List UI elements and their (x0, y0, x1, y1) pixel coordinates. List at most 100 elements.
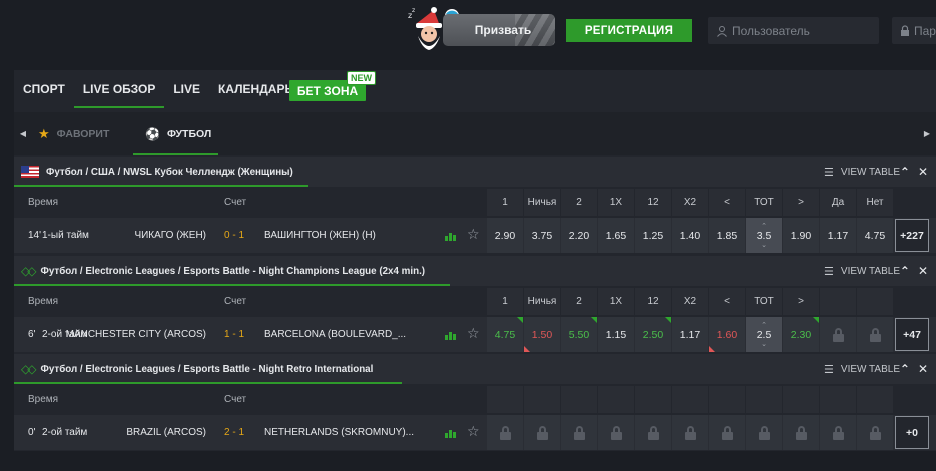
favorite-star-icon[interactable]: ☆ (467, 226, 480, 243)
market-header: 12 (635, 288, 671, 315)
market-header (820, 386, 856, 413)
away-team: NETHERLANDS (SKROMNUY)... (264, 427, 415, 438)
odd-cell[interactable]: 3.75 (524, 218, 560, 253)
odd-cell[interactable]: 1.17 (820, 218, 856, 253)
odd-value: 1.65 (605, 229, 627, 242)
market-header (746, 386, 782, 413)
odd-cell[interactable]: 2.90 (487, 218, 523, 253)
odd-cell[interactable]: 1.25 (635, 218, 671, 253)
us-flag-icon (21, 166, 39, 178)
odd-cell[interactable]: 1.40 (672, 218, 708, 253)
league-title: Футбол / США / NWSL Кубок Челлендж (Женщ… (46, 166, 293, 178)
star-icon: ★ (38, 125, 50, 141)
padlock-icon (832, 425, 844, 440)
scroll-left-icon[interactable]: ◀ (14, 112, 32, 155)
odd-value: 1.40 (679, 229, 701, 242)
odd-value: 2.50 (642, 328, 664, 341)
league-underline (14, 382, 402, 384)
league-header[interactable]: ◇◇ Футбол / Electronic Leagues / Esports … (14, 256, 936, 286)
chevron-down-icon[interactable]: ⌄ (761, 242, 767, 249)
stats-icon[interactable] (445, 231, 457, 241)
svg-text:z: z (412, 7, 415, 14)
odd-cell[interactable]: 1.90 (783, 218, 819, 253)
match-row[interactable]: 0' 2-ой тайм BRAZIL (ARCOS) 2 - 1 NETHERLAND… (14, 415, 936, 450)
market-header: 2 (561, 288, 597, 315)
odd-cell[interactable]: 5.50 (561, 317, 597, 352)
odd-up-indicator (665, 317, 671, 323)
odd-cell[interactable]: 2.30 (783, 317, 819, 352)
odd-cell[interactable]: 1.50 (524, 317, 560, 352)
chevron-up-icon[interactable]: ⌃ (761, 223, 767, 230)
collapse-icon[interactable]: ⌃ (900, 264, 910, 278)
padlock-icon (869, 327, 881, 342)
close-icon[interactable]: ✕ (918, 362, 928, 376)
summon-button[interactable]: Призвать (443, 14, 555, 46)
password-field[interactable]: Пар (892, 17, 936, 44)
stats-icon[interactable] (445, 330, 457, 340)
live-overview-panel: СПОРТ LIVE ОБЗОР LIVE КАЛЕНДАРЬ БЕТ ЗОНА… (14, 70, 936, 451)
close-icon[interactable]: ✕ (918, 264, 928, 278)
market-header: ТОТ (746, 189, 782, 216)
odd-cell[interactable]: 4.75 (857, 218, 893, 253)
match-row[interactable]: 6' 2-ой тайм MANCHESTER CITY (ARCOS) 1 - 1B… (14, 317, 936, 352)
odd-cell[interactable]: 2.20 (561, 218, 597, 253)
market-header: ТОТ (746, 288, 782, 315)
chevron-up-icon[interactable]: ⌃ (761, 322, 767, 329)
odd-locked (783, 415, 819, 450)
odd-down-indicator (709, 346, 715, 352)
scroll-right-icon[interactable]: ▶ (918, 112, 936, 155)
market-header: 1X (598, 189, 634, 216)
odd-cell[interactable]: 1.60 (709, 317, 745, 352)
odd-cell[interactable]: 1.15 (598, 317, 634, 352)
padlock-icon (610, 425, 622, 440)
market-header (709, 386, 745, 413)
nav-sport[interactable]: СПОРТ (14, 70, 74, 108)
odd-cell[interactable]: 1.17 (672, 317, 708, 352)
odd-locked (524, 415, 560, 450)
more-markets-button[interactable]: +227 (895, 219, 929, 252)
odd-cell[interactable]: 1.65 (598, 218, 634, 253)
register-button[interactable]: РЕГИСТРАЦИЯ (566, 19, 692, 42)
favorite-star-icon[interactable]: ☆ (467, 423, 480, 440)
view-table-button[interactable]: ☰ VIEW TABLE (824, 157, 900, 187)
view-table-button[interactable]: ☰ VIEW TABLE (824, 256, 900, 286)
stats-icon[interactable] (445, 428, 457, 438)
tab-football[interactable]: ⚽ ФУТБОЛ (133, 112, 218, 155)
league-header[interactable]: ◇◇ Футбол / Electronic Leagues / Esports … (14, 354, 936, 384)
odd-locked (598, 415, 634, 450)
total-line[interactable]: ⌃ 2.5 ⌄ (746, 317, 782, 352)
market-header: 1X (598, 288, 634, 315)
odd-value: 1.90 (790, 229, 812, 242)
nav-live[interactable]: LIVE (164, 70, 209, 108)
odd-value: 1.25 (642, 229, 664, 242)
more-markets-button[interactable]: +0 (895, 416, 929, 449)
view-table-button[interactable]: ☰ VIEW TABLE (824, 354, 900, 384)
home-team: BRAZIL (ARCOS) (126, 427, 206, 438)
tab-favorites[interactable]: ★ ФАВОРИТ (32, 112, 133, 155)
odd-cell[interactable]: 2.50 (635, 317, 671, 352)
odd-locked (561, 415, 597, 450)
chevron-down-icon[interactable]: ⌄ (761, 341, 767, 348)
more-markets-button[interactable]: +47 (895, 318, 929, 351)
market-header (487, 386, 523, 413)
total-line[interactable]: ⌃ 3.5 ⌄ (746, 218, 782, 253)
match-row[interactable]: 14' 1-ый тайм ЧИКАГО (ЖЕН) 0 - 1 ВАШИНГТОН (… (14, 218, 936, 253)
padlock-icon (758, 425, 770, 440)
favorite-star-icon[interactable]: ☆ (467, 325, 480, 342)
new-badge: NEW (347, 71, 376, 85)
nav-live-overview[interactable]: LIVE ОБЗОР (73, 70, 165, 108)
league-header[interactable]: Футбол / США / NWSL Кубок Челлендж (Женщ… (14, 157, 936, 187)
username-field[interactable]: Пользователь (708, 17, 879, 44)
market-header: < (709, 189, 745, 216)
close-icon[interactable]: ✕ (918, 165, 928, 179)
odd-down-indicator (524, 346, 530, 352)
market-header: < (709, 288, 745, 315)
market-header (524, 386, 560, 413)
top-bar: z z Призвать РЕГИСТРАЦИЯ Пользователь Па… (0, 0, 936, 62)
odd-cell[interactable]: 4.75 (487, 317, 523, 352)
collapse-icon[interactable]: ⌃ (900, 362, 910, 376)
padlock-icon (869, 425, 881, 440)
odd-up-indicator (517, 317, 523, 323)
collapse-icon[interactable]: ⌃ (900, 165, 910, 179)
odd-cell[interactable]: 1.85 (709, 218, 745, 253)
